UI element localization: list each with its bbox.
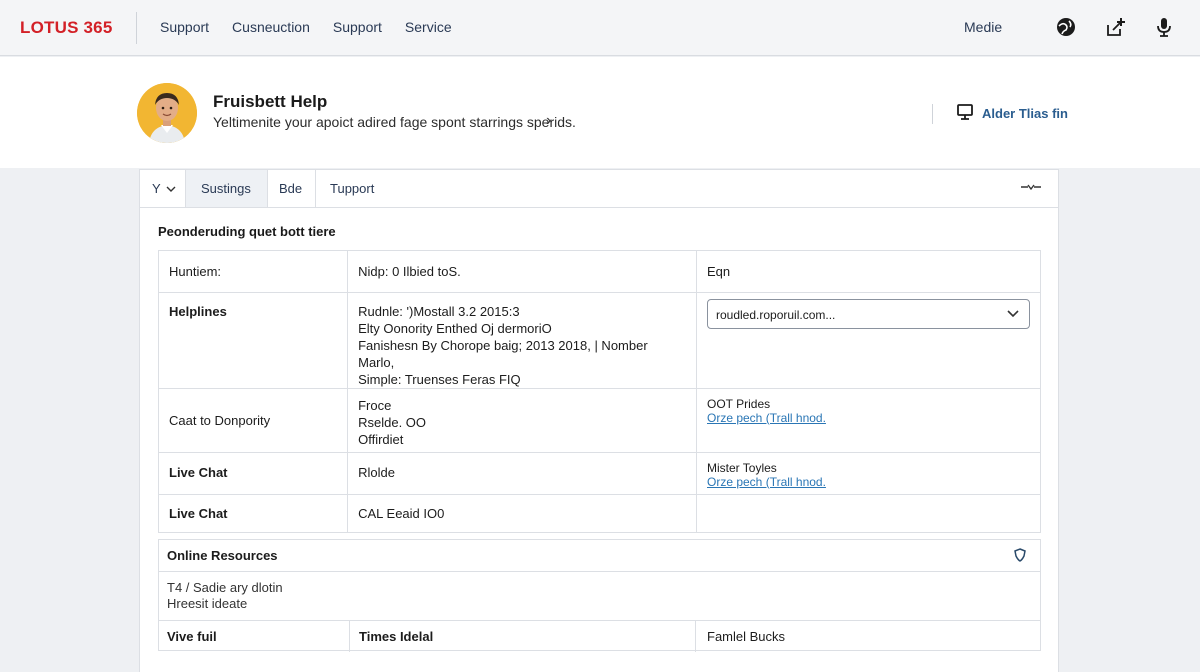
main-panel: Y Sustings Bde Tupport Peonderuding quet…	[139, 169, 1059, 672]
resources-divider	[159, 571, 1040, 572]
logo[interactable]: LOTUS 365	[20, 18, 113, 38]
row-detail: OOT Prides Orze pech (Trall hnod.	[696, 388, 1041, 453]
row-value: Rlolde	[347, 452, 697, 495]
shield-icon[interactable]	[1013, 548, 1027, 562]
table-row: Caat to Donpority Froce Rselde. OO Offir…	[157, 388, 1041, 453]
monitor-icon[interactable]	[956, 103, 974, 121]
resource-item[interactable]: Times Idelal	[359, 629, 433, 644]
microphone-icon[interactable]	[1153, 16, 1175, 38]
row-detail: roudled.roporuil.com...	[696, 292, 1041, 389]
resource-item[interactable]: Famlel Bucks	[707, 629, 785, 644]
chevron-right-icon[interactable]: ›	[546, 112, 551, 130]
row-value: Nidp: 0 Ilbied toS.	[347, 250, 697, 293]
row-label: Live Chat	[157, 452, 349, 495]
table-row: Live Chat CAL Eeaid IO0	[157, 494, 1041, 533]
online-resources: Online Resources T4 / Sadie ary dlotin H…	[158, 539, 1041, 652]
table-row: Helplines Rudnle: ')Mostall 3.2 2015:3 E…	[157, 292, 1041, 389]
avatar	[137, 83, 197, 143]
contact-select[interactable]: roudled.roporuil.com...	[707, 299, 1030, 329]
logo-divider	[136, 12, 137, 44]
tab-bde[interactable]: Bde	[268, 170, 316, 207]
chevron-down-icon	[1007, 310, 1019, 318]
table-row: Huntiem: Nidp: 0 Ilbied toS. Eqn	[157, 250, 1041, 293]
support-info-table: Huntiem: Nidp: 0 Ilbied toS. Eqn Helplin…	[157, 250, 1041, 533]
table-row: Live Chat Rlolde Mister Toyles Orze pech…	[157, 452, 1041, 495]
profile-divider	[932, 104, 933, 124]
row-value: Froce Rselde. OO Offirdiet	[347, 388, 697, 453]
resources-row-divider	[349, 621, 350, 652]
resources-title: Online Resources	[167, 548, 278, 563]
top-bar: LOTUS 365 Support Cusneuction Support Se…	[0, 0, 1200, 56]
row-label: Huntiem:	[157, 250, 349, 293]
tab-bar: Y Sustings Bde Tupport	[140, 170, 1058, 208]
nav-item-connection[interactable]: Cusneuction	[232, 19, 310, 35]
globe-icon[interactable]	[1055, 16, 1077, 38]
row-value: Rudnle: ')Mostall 3.2 2015:3 Elty Oonori…	[347, 292, 697, 389]
profile-header: Fruisbett Help Yeltimenite your apoict a…	[0, 57, 1200, 168]
share-icon[interactable]	[1104, 16, 1126, 38]
resources-row-divider	[695, 621, 696, 652]
row-label: Live Chat	[157, 494, 349, 533]
detail-link[interactable]: Orze pech (Trall hnod.	[707, 411, 1030, 425]
resources-row: Vive fuil Times Idelal Famlel Bucks	[159, 620, 1040, 652]
page-title: Fruisbett Help	[213, 92, 328, 111]
row-label: Helplines	[157, 292, 349, 389]
nav-item-support-2[interactable]: Support	[333, 19, 382, 35]
tab-settings[interactable]: Sustings	[186, 170, 268, 207]
row-label: Caat to Donpority	[157, 388, 349, 453]
main-nav: Support Cusneuction Support Service	[160, 19, 452, 35]
nav-item-media[interactable]: Medie	[964, 19, 1002, 35]
row-value: CAL Eeaid IO0	[347, 494, 697, 533]
resource-item[interactable]: Vive fuil	[167, 629, 217, 644]
section-title: Peonderuding quet bott tiere	[158, 224, 336, 239]
resources-description: T4 / Sadie ary dlotin Hreesit ideate	[167, 580, 283, 611]
page-subtitle: Yeltimenite your apoict adired fage spon…	[213, 114, 576, 130]
chevron-down-icon	[166, 186, 176, 192]
nav-item-support[interactable]: Support	[160, 19, 209, 35]
row-detail: Mister Toyles Orze pech (Trall hnod.	[696, 452, 1041, 495]
row-detail	[696, 494, 1041, 533]
detail-link[interactable]: Orze pech (Trall hnod.	[707, 475, 1030, 489]
row-detail: Eqn	[696, 250, 1041, 293]
tab-menu-icon[interactable]	[1020, 180, 1042, 194]
tab-support[interactable]: Tupport	[316, 170, 398, 207]
nav-item-service[interactable]: Service	[405, 19, 452, 35]
tab-y[interactable]: Y	[140, 170, 186, 207]
profile-action-link[interactable]: Alder Tlias fin	[982, 106, 1068, 121]
